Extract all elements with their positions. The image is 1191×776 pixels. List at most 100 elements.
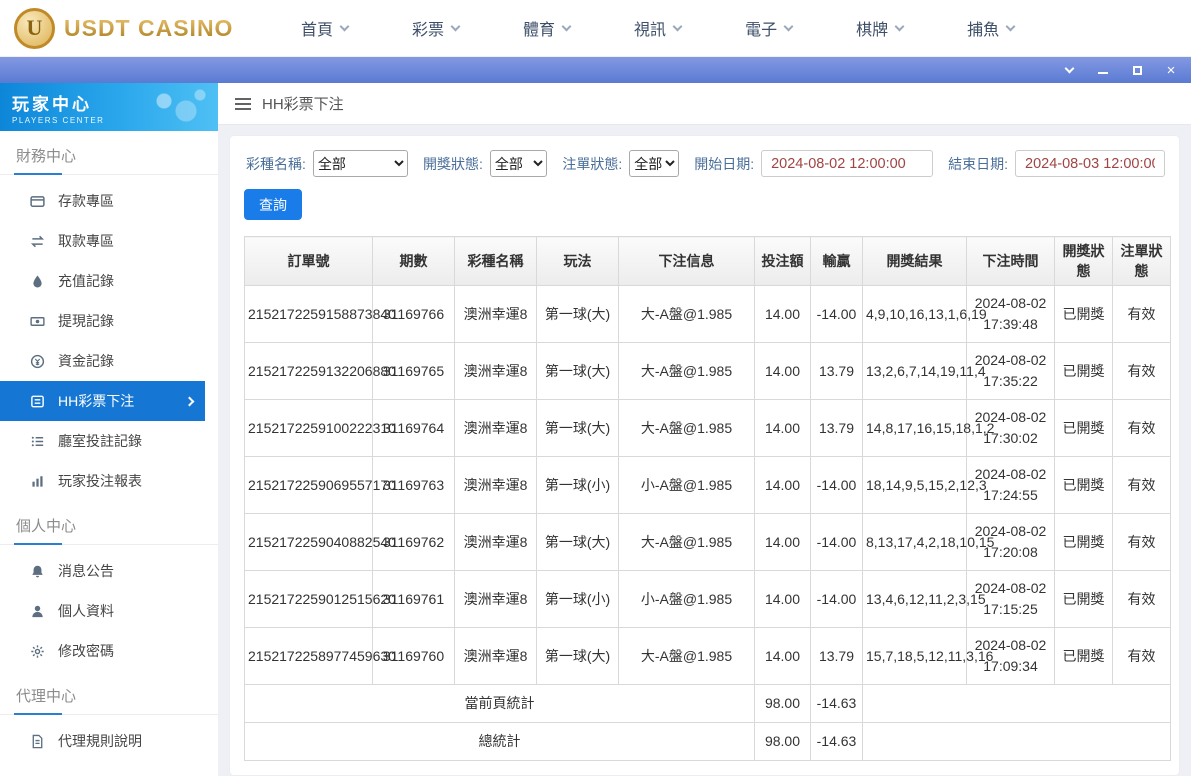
cell-bet-status: 有效 — [1112, 513, 1171, 571]
cell-order-no: 2152172259158873840 — [244, 285, 396, 343]
document-icon — [30, 734, 45, 749]
chevron-down-icon — [672, 21, 683, 31]
chevron-down-icon — [894, 21, 905, 31]
bets-table: 訂單號 期數 彩種名稱 玩法 下注信息 投注額 輸贏 開獎結果 下注時間 開獎狀態 注單狀態 215… — [244, 236, 1171, 761]
lottery-name-label: 彩種名稱: — [246, 155, 306, 172]
sidebar-item-cashout-record[interactable]: 提現記錄 — [0, 301, 218, 341]
draw-status-select[interactable]: 全部 — [489, 150, 548, 177]
sidebar-item-label: 提現記錄 — [58, 313, 114, 329]
cell-bet-info: 大-A盤@1.985 — [618, 285, 755, 343]
window-collapse-icon[interactable] — [1061, 62, 1077, 78]
window-close-icon[interactable]: × — [1163, 62, 1179, 78]
chevron-down-icon — [561, 21, 572, 31]
cell-play: 第一球(大) — [536, 513, 619, 571]
menu-toggle-icon[interactable] — [235, 97, 251, 110]
cell-bet-status: 有效 — [1112, 342, 1171, 400]
cell-bet-status: 有效 — [1112, 399, 1171, 457]
column-header-order-no: 訂單號 — [244, 236, 373, 286]
sidebar-item-withdraw-zone[interactable]: 取款專區 — [0, 221, 218, 261]
cell-period: 31169764 — [372, 399, 455, 457]
sidebar-item-announcements[interactable]: 消息公告 — [0, 551, 218, 591]
cell-order-no: 2152172258977459630 — [244, 627, 396, 685]
nav-item-home[interactable]: 首頁 — [301, 16, 350, 40]
cell-play: 第一球(大) — [536, 342, 619, 400]
nav-label: 彩票 — [412, 22, 445, 39]
cell-bet-status: 有效 — [1112, 627, 1171, 685]
summary-row: 當前頁統計 98.00 -14.63 — [244, 684, 1171, 723]
sidebar-item-label: HH彩票下注 — [58, 393, 135, 409]
top-header: U USDT CASINO 首頁 彩票 體育 視訊 電子 棋牌 捕魚 — [0, 0, 1191, 57]
cell-draw-result: 15,7,18,5,12,11,3,16 — [862, 627, 993, 685]
bet-status-select[interactable]: 全部 — [629, 150, 680, 177]
sidebar-item-label: 資金記錄 — [58, 353, 114, 369]
cell-bet-info: 大-A盤@1.985 — [618, 513, 755, 571]
gear-icon — [30, 644, 45, 659]
cell-order-no: 2152172259012515620 — [244, 570, 396, 628]
start-date-input[interactable] — [761, 150, 934, 177]
sidebar-item-change-password[interactable]: 修改密碼 — [0, 631, 218, 671]
cell-draw-status: 已開獎 — [1054, 285, 1113, 343]
button-row: 查詢 — [244, 189, 1165, 220]
cell-lottery: 澳洲幸運8 — [454, 285, 537, 343]
sidebar-item-label: 玩家投注報表 — [58, 473, 142, 489]
column-header-bet-info: 下注信息 — [618, 236, 755, 286]
nav-item-fishing[interactable]: 捕魚 — [967, 16, 1016, 40]
cell-bet-status: 有效 — [1112, 285, 1171, 343]
nav-item-slots[interactable]: 電子 — [745, 16, 794, 40]
cell-lottery: 澳洲幸運8 — [454, 513, 537, 571]
cell-bet-amount: 14.00 — [754, 399, 811, 457]
cell-win-loss: -14.00 — [810, 285, 863, 343]
cell-draw-status: 已開獎 — [1054, 513, 1113, 571]
sidebar-item-agent-rules[interactable]: 代理規則說明 — [0, 721, 218, 761]
lottery-name-select[interactable]: 全部 — [312, 150, 408, 177]
chart-icon — [30, 474, 45, 489]
cell-period: 31169761 — [372, 570, 455, 628]
cell-win-loss: 13.79 — [810, 399, 863, 457]
transfer-icon — [30, 234, 45, 249]
sidebar-item-profile[interactable]: 個人資料 — [0, 591, 218, 631]
cell-play: 第一球(大) — [536, 399, 619, 457]
nav-item-lottery[interactable]: 彩票 — [412, 16, 461, 40]
cell-lottery: 澳洲幸運8 — [454, 456, 537, 514]
summary-empty — [862, 684, 1171, 723]
cell-draw-status: 已開獎 — [1054, 456, 1113, 514]
cell-draw-status: 已開獎 — [1054, 627, 1113, 685]
cell-bet-amount: 14.00 — [754, 513, 811, 571]
window-title-bar: × — [0, 57, 1191, 83]
cell-bet-info: 小-A盤@1.985 — [618, 456, 755, 514]
nav-item-chess[interactable]: 棋牌 — [856, 16, 905, 40]
chevron-down-icon — [783, 21, 794, 31]
sidebar-item-hh-lottery-bets[interactable]: HH彩票下注 — [0, 381, 205, 421]
window-minimize-icon[interactable] — [1095, 62, 1111, 78]
cell-lottery: 澳洲幸運8 — [454, 627, 537, 685]
chevron-down-icon — [450, 21, 461, 31]
cell-period: 31169760 — [372, 627, 455, 685]
chevron-right-icon — [184, 396, 195, 406]
sidebar-header: 玩家中心 PLAYERS CENTER — [0, 83, 218, 131]
column-header-lottery: 彩種名稱 — [454, 236, 537, 286]
sidebar-section-personal: 個人中心 — [0, 501, 218, 545]
sidebar-item-deposit-zone[interactable]: 存款專區 — [0, 181, 218, 221]
nav-item-sports[interactable]: 體育 — [523, 16, 572, 40]
column-header-play: 玩法 — [536, 236, 619, 286]
query-button[interactable]: 查詢 — [244, 189, 302, 220]
sidebar-item-player-bet-report[interactable]: 玩家投注報表 — [0, 461, 218, 501]
summary-label: 當前頁統計 — [244, 684, 755, 723]
droplet-icon — [30, 274, 45, 289]
cell-period: 31169765 — [372, 342, 455, 400]
table-row: 2152172259132206880 31169765 澳洲幸運8 第一球(大) 大-… — [244, 342, 1171, 400]
sidebar-item-room-bet-record[interactable]: 廳室投註記錄 — [0, 421, 218, 461]
window-maximize-icon[interactable] — [1129, 62, 1145, 78]
sidebar-item-recharge-record[interactable]: 充值記錄 — [0, 261, 218, 301]
sidebar-item-funds-record[interactable]: 資金記錄 — [0, 341, 218, 381]
cell-win-loss: -14.00 — [810, 513, 863, 571]
sidebar-section-finance: 財務中心 — [0, 131, 218, 175]
logo[interactable]: U USDT CASINO — [14, 7, 249, 49]
cell-bet-amount: 14.00 — [754, 456, 811, 514]
sidebar-item-label: 修改密碼 — [58, 643, 114, 659]
end-date-input[interactable] — [1015, 150, 1165, 177]
summary-bet-amount: 98.00 — [754, 684, 811, 723]
nav-item-video[interactable]: 視訊 — [634, 16, 683, 40]
summary-win-loss: -14.63 — [810, 722, 863, 761]
draw-status-label: 開獎狀態: — [422, 155, 483, 172]
